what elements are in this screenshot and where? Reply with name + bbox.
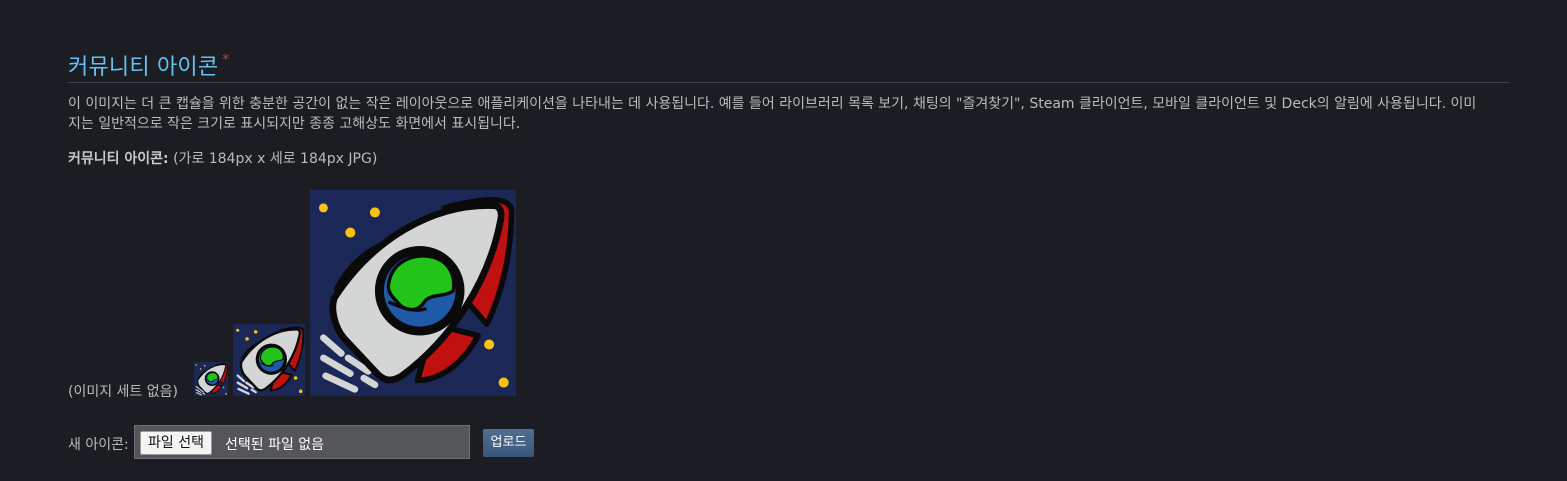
section-title: 커뮤니티 아이콘 *	[68, 49, 229, 81]
rocket-icon-medium	[233, 324, 305, 396]
section-header: 커뮤니티 아이콘 *	[68, 40, 1509, 83]
image-spec-label: 커뮤니티 아이콘:	[68, 151, 169, 167]
file-status-text: 선택된 파일 없음	[225, 437, 325, 453]
choose-file-button[interactable]: 파일 선택	[140, 431, 212, 455]
section-description: 이 이미지는 더 큰 캡슐을 위한 충분한 공간이 없는 작은 레이아웃으로 애…	[68, 96, 1477, 132]
rocket-icon-small	[194, 362, 228, 396]
icon-previews: (이미지 세트 없음)	[68, 190, 568, 400]
image-spec: 커뮤니티 아이콘: (가로 184px x 세로 184px JPG)	[68, 148, 377, 168]
no-image-set-text: (이미지 세트 없음)	[68, 384, 178, 400]
required-mark: *	[222, 52, 230, 68]
community-icon-section: 커뮤니티 아이콘 * 이 이미지는 더 큰 캡슐을 위한 충분한 공간이 없는 작…	[68, 40, 1509, 459]
image-spec-value: (가로 184px x 세로 184px JPG)	[173, 151, 378, 167]
new-icon-label: 새 아이콘:	[68, 437, 129, 453]
rocket-icon-large	[309, 190, 517, 396]
upload-button[interactable]: 업로드	[483, 429, 534, 457]
upload-row: 새 아이콘: 파일 선택 선택된 파일 없음 업로드	[68, 425, 668, 461]
section-title-text: 커뮤니티 아이콘	[68, 55, 219, 80]
file-input[interactable]: 파일 선택 선택된 파일 없음	[134, 425, 470, 459]
